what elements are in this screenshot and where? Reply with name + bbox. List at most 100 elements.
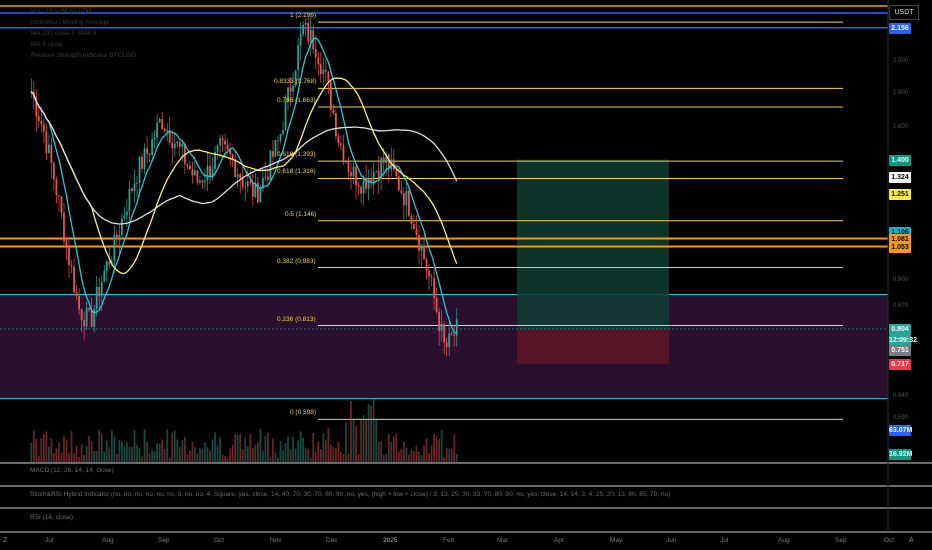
volume-bar <box>40 438 43 462</box>
volume-bar <box>163 448 166 462</box>
auto-scale-icon[interactable]: A <box>909 537 914 544</box>
volume-bar <box>110 430 113 462</box>
candle-body <box>362 177 365 194</box>
volume-bar <box>229 448 232 462</box>
volume-bar <box>80 444 83 462</box>
pane-label[interactable]: RSI (14, close) <box>30 514 73 521</box>
candle-body <box>299 34 302 46</box>
volume-bar <box>420 455 423 462</box>
volume-bar <box>53 452 55 462</box>
candle-body <box>60 196 63 213</box>
volume-bar <box>156 443 159 462</box>
candle-body <box>244 186 247 187</box>
candle-body <box>75 292 78 296</box>
volume-bar <box>85 446 88 462</box>
fib-label: 1 (2.196) <box>290 12 317 20</box>
candle-body <box>347 161 350 172</box>
volume-bar <box>284 443 287 462</box>
volume-bar <box>413 451 415 462</box>
volume-bar <box>279 441 282 462</box>
volume-bar <box>88 436 91 462</box>
candle-body <box>141 156 143 169</box>
candle-body <box>40 120 43 125</box>
volume-bar <box>355 426 357 462</box>
legend-line[interactable]: Relative Strength Indicator BTCUSD <box>31 52 136 59</box>
volume-bar <box>226 457 229 462</box>
candle-body <box>85 307 88 327</box>
legend-line[interactable]: Vol · 16.92M 63.07M <box>31 8 91 15</box>
volume-bar <box>445 447 448 462</box>
candle-body <box>307 22 310 42</box>
candle-body <box>314 49 317 58</box>
volume-bar <box>244 437 247 462</box>
volume-bar <box>194 447 196 462</box>
candle-body <box>55 179 58 196</box>
legend-line[interactable]: MA 200 close 0 SMA 9 <box>31 30 96 37</box>
price-tag: 16.92M <box>889 449 913 460</box>
price-tag: 1.400 <box>889 154 911 166</box>
volume-bar <box>133 430 136 462</box>
volume-bar <box>158 443 161 462</box>
volume-bar <box>307 448 310 462</box>
price-tag: 2.156 <box>889 22 911 34</box>
candle-body <box>138 156 141 183</box>
candle-body <box>58 195 60 197</box>
volume-bar <box>405 447 408 462</box>
volume-bar <box>105 440 108 462</box>
volume-bar <box>214 432 216 462</box>
candle-body <box>126 211 128 216</box>
candle-body <box>443 324 446 343</box>
candle-body <box>234 159 237 178</box>
price-tag: 1.053 <box>889 241 911 253</box>
volume-bar <box>161 439 164 462</box>
candle-body <box>246 181 249 187</box>
candle-body <box>408 190 410 216</box>
price-tag: 0.751 <box>889 344 911 356</box>
candle-body <box>345 161 347 163</box>
volume-bar <box>289 448 292 462</box>
candle-body <box>188 165 191 169</box>
volume-bar <box>365 418 367 462</box>
candle-body <box>284 101 287 130</box>
volume-bar <box>131 446 133 462</box>
volume-bar <box>425 438 428 462</box>
candle-body <box>90 310 93 327</box>
price-tag: 0.804 <box>889 323 911 335</box>
timezone-icon[interactable]: Z <box>3 537 7 544</box>
volume-bar <box>455 453 458 462</box>
legend-line[interactable]: MA 9 close <box>31 41 63 48</box>
volume-bar <box>272 438 274 462</box>
volume-bar <box>335 448 337 462</box>
volume-bar <box>317 441 320 462</box>
currency-label[interactable]: USDT <box>889 5 919 20</box>
volume-bar <box>141 456 143 462</box>
volume-bar <box>324 440 327 462</box>
volume-bar <box>352 420 355 462</box>
candle-body <box>100 281 103 297</box>
candle-body <box>430 276 433 279</box>
time-axis-label: Mar <box>497 537 509 544</box>
volume-bar <box>178 446 181 462</box>
volume-bar <box>370 405 373 462</box>
price-tag: 0.717 <box>889 358 911 370</box>
candle-body <box>98 286 101 297</box>
candle-body <box>68 246 70 265</box>
candle-body <box>420 245 423 251</box>
pane-label[interactable]: MACD (12, 26, 14, 14, close) <box>30 467 114 474</box>
volume-bar <box>448 449 451 462</box>
legend-line[interactable]: Ichimoku / Moving Average <box>31 19 109 26</box>
axis-tick: 0.900 <box>893 277 909 283</box>
chart-svg[interactable] <box>0 0 932 550</box>
candle-body <box>163 129 166 132</box>
volume-bar <box>173 430 176 462</box>
long-stop-zone <box>517 328 669 364</box>
volume-bar <box>397 451 400 462</box>
volume-bar <box>206 447 209 462</box>
candle-body <box>382 157 385 163</box>
pane-label[interactable]: Stoch&RSI Hybrid Indicator (no, no, no, … <box>30 491 670 498</box>
volume-bar <box>297 440 300 462</box>
candle-body <box>196 170 199 183</box>
candle-body <box>171 142 174 149</box>
volume-bar <box>428 452 430 462</box>
candle-body <box>405 190 408 206</box>
